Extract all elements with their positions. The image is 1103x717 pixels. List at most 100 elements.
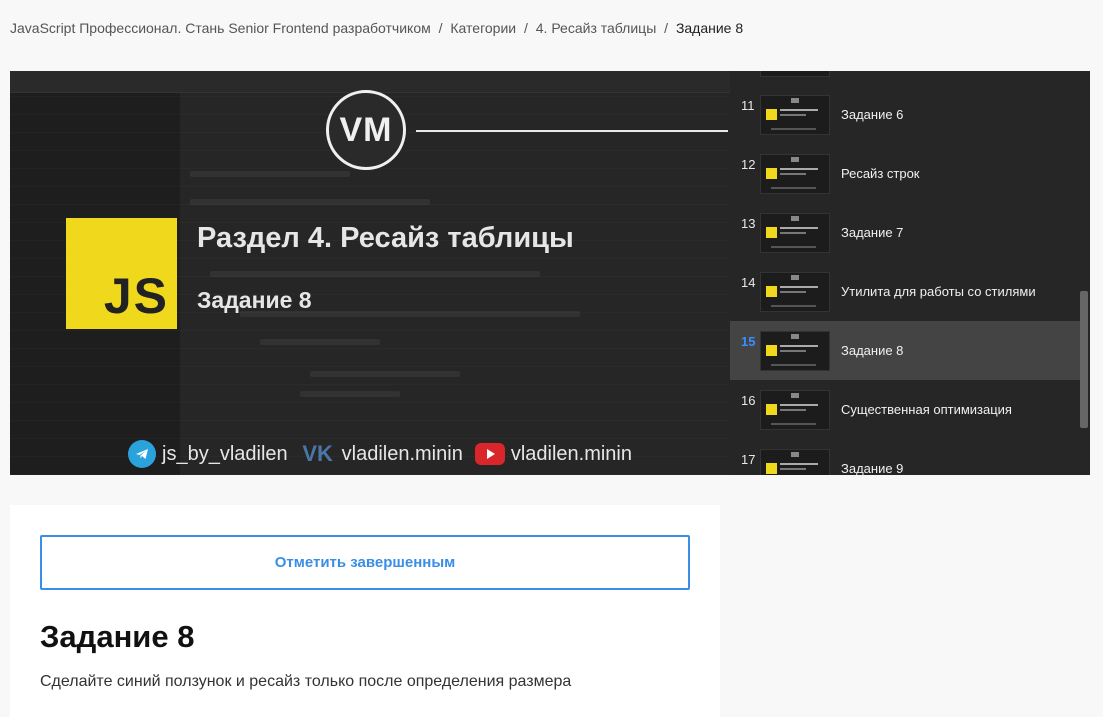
video-code-line bbox=[300, 391, 400, 397]
thumbnail-js-mark bbox=[766, 462, 777, 474]
thumbnail-title-line bbox=[780, 285, 818, 288]
playlist-item[interactable]: 17 Задание 9 bbox=[730, 439, 1080, 475]
video-player[interactable]: VM JS Раздел 4. Ресайз таблицы Задание 8… bbox=[10, 71, 730, 475]
thumbnail-js-mark bbox=[766, 226, 777, 238]
telegram-icon bbox=[128, 440, 156, 468]
video-code-line bbox=[190, 199, 430, 205]
thumbnail-title-line bbox=[780, 462, 818, 465]
playlist-item[interactable]: 14 Утилита для работы со стилями bbox=[730, 262, 1080, 321]
youtube-icon bbox=[474, 443, 505, 465]
thumbnail-title-line bbox=[780, 403, 818, 406]
thumbnail-subtitle-line bbox=[780, 113, 806, 116]
thumbnail-socials-line bbox=[771, 304, 816, 307]
thumbnail-socials-line bbox=[771, 186, 816, 189]
playlist-item-title: Утилита для работы со стилями bbox=[841, 284, 1036, 299]
playlist-item-title: Задание 6 bbox=[841, 107, 904, 122]
thumbnail-logo-mark bbox=[791, 156, 799, 162]
thumbnail-title-line bbox=[780, 226, 818, 229]
thumbnail-logo-mark bbox=[791, 451, 799, 457]
breadcrumb-categories-link[interactable]: Категории bbox=[450, 20, 516, 36]
thumbnail-title-line bbox=[780, 344, 818, 347]
playlist-item-number: 13 bbox=[741, 216, 756, 231]
breadcrumb-separator: / bbox=[523, 20, 528, 36]
playlist-scrollbar[interactable] bbox=[1080, 291, 1088, 428]
thumbnail-subtitle-line bbox=[780, 349, 806, 352]
thumbnail-subtitle-line bbox=[780, 172, 806, 175]
thumbnail-subtitle-line bbox=[780, 231, 806, 234]
playlist-item-number: 11 bbox=[741, 98, 755, 113]
vk-icon: VK bbox=[302, 441, 333, 466]
youtube-text: vladilen.minin bbox=[510, 442, 632, 465]
mark-complete-button[interactable]: Отметить завершенным bbox=[40, 535, 690, 590]
telegram-text: js_by_vladilen bbox=[162, 442, 288, 465]
thumbnail-title-line bbox=[780, 108, 818, 111]
thumbnail-logo-mark bbox=[791, 274, 799, 280]
thumbnail-socials-line bbox=[771, 422, 816, 425]
playlist-item-title: Задание 7 bbox=[841, 225, 904, 240]
thumbnail-socials-line bbox=[771, 245, 816, 248]
thumbnail-logo-mark bbox=[791, 333, 799, 339]
playlist-item-thumbnail bbox=[760, 448, 830, 475]
thumbnail-logo-mark bbox=[791, 392, 799, 398]
playlist-item[interactable]: 12 Ресайз строк bbox=[730, 144, 1080, 203]
thumbnail-subtitle-line bbox=[780, 290, 806, 293]
thumbnail-subtitle-line bbox=[780, 408, 806, 411]
playlist-item-number: 16 bbox=[741, 393, 756, 408]
vk-handle: VK vladilen.minin bbox=[300, 440, 463, 468]
thumbnail-js-mark bbox=[766, 167, 777, 179]
thumbnail-title-line bbox=[780, 167, 818, 170]
video-code-line bbox=[310, 371, 460, 377]
thumbnail-logo-mark bbox=[791, 215, 799, 221]
thumbnail-socials-line bbox=[771, 127, 816, 130]
playlist-item-thumbnail bbox=[760, 212, 830, 253]
breadcrumb-course-link[interactable]: JavaScript Профессионал. Стань Senior Fr… bbox=[10, 20, 431, 36]
lesson-title: Задание 8 bbox=[40, 619, 195, 654]
playlist-item-thumbnail bbox=[760, 271, 830, 312]
video-code-line bbox=[260, 339, 380, 345]
vk-text: vladilen.minin bbox=[341, 442, 463, 465]
thumbnail-js-mark bbox=[766, 344, 777, 356]
video-code-line bbox=[210, 271, 540, 277]
playlist-item-number: 17 bbox=[741, 452, 756, 467]
playlist-item-number: 14 bbox=[741, 275, 756, 290]
playlist-item[interactable]: 11 Задание 6 bbox=[730, 85, 1080, 144]
video-title-rule bbox=[416, 130, 728, 132]
playlist-item-thumbnail bbox=[760, 153, 830, 194]
thumbnail-js-mark bbox=[766, 108, 777, 120]
video-subtitle: Задание 8 bbox=[197, 287, 312, 313]
playlist-item-title: Существенная оптимизация bbox=[841, 402, 1012, 417]
thumbnail-js-mark bbox=[766, 285, 777, 297]
video-title: Раздел 4. Ресайз таблицы bbox=[197, 222, 574, 254]
playlist-item-thumbnail bbox=[760, 330, 830, 371]
playlist-item-number: 12 bbox=[741, 157, 756, 172]
breadcrumb-separator: / bbox=[664, 20, 669, 36]
playlist-item[interactable]: 15 Задание 8 bbox=[730, 321, 1080, 380]
vm-logo: VM bbox=[326, 90, 406, 170]
thumbnail-subtitle-line bbox=[780, 467, 806, 470]
js-logo: JS bbox=[66, 218, 177, 329]
playlist-item-number: 15 bbox=[741, 334, 756, 349]
breadcrumb: JavaScript Профессионал. Стань Senior Fr… bbox=[10, 20, 743, 36]
playlist-item[interactable]: 16 Существенная оптимизация bbox=[730, 380, 1080, 439]
playlist-thumbnail-partial bbox=[760, 71, 830, 77]
breadcrumb-section-link[interactable]: 4. Ресайз таблицы bbox=[536, 20, 657, 36]
youtube-handle: vladilen.minin bbox=[474, 442, 632, 466]
thumbnail-logo-mark bbox=[791, 97, 799, 103]
thumbnail-socials-line bbox=[771, 363, 816, 366]
lesson-card: Отметить завершенным Задание 8 Сделайте … bbox=[10, 505, 720, 717]
playlist-item[interactable]: 13 Задание 7 bbox=[730, 203, 1080, 262]
playlist-item-title: Задание 9 bbox=[841, 461, 904, 475]
video-socials: js_by_vladilen VK vladilen.minin vladile… bbox=[128, 440, 644, 468]
lesson-description: Сделайте синий ползунок и ресайз только … bbox=[40, 673, 572, 690]
playlist-item-thumbnail bbox=[760, 94, 830, 135]
playlist-item-title: Задание 8 bbox=[841, 343, 904, 358]
thumbnail-js-mark bbox=[766, 403, 777, 415]
playlist-item-title: Ресайз строк bbox=[841, 166, 920, 181]
breadcrumb-separator: / bbox=[438, 20, 443, 36]
breadcrumb-current: Задание 8 bbox=[675, 20, 744, 36]
telegram-handle: js_by_vladilen bbox=[128, 440, 288, 468]
js-logo-text: JS bbox=[103, 268, 169, 324]
video-code-line bbox=[190, 171, 350, 177]
playlist-item-thumbnail bbox=[760, 389, 830, 430]
playlist[interactable]: 11 Задание 6 12 Ресайз строк 13 Задание 7 14 Ут… bbox=[730, 71, 1090, 475]
